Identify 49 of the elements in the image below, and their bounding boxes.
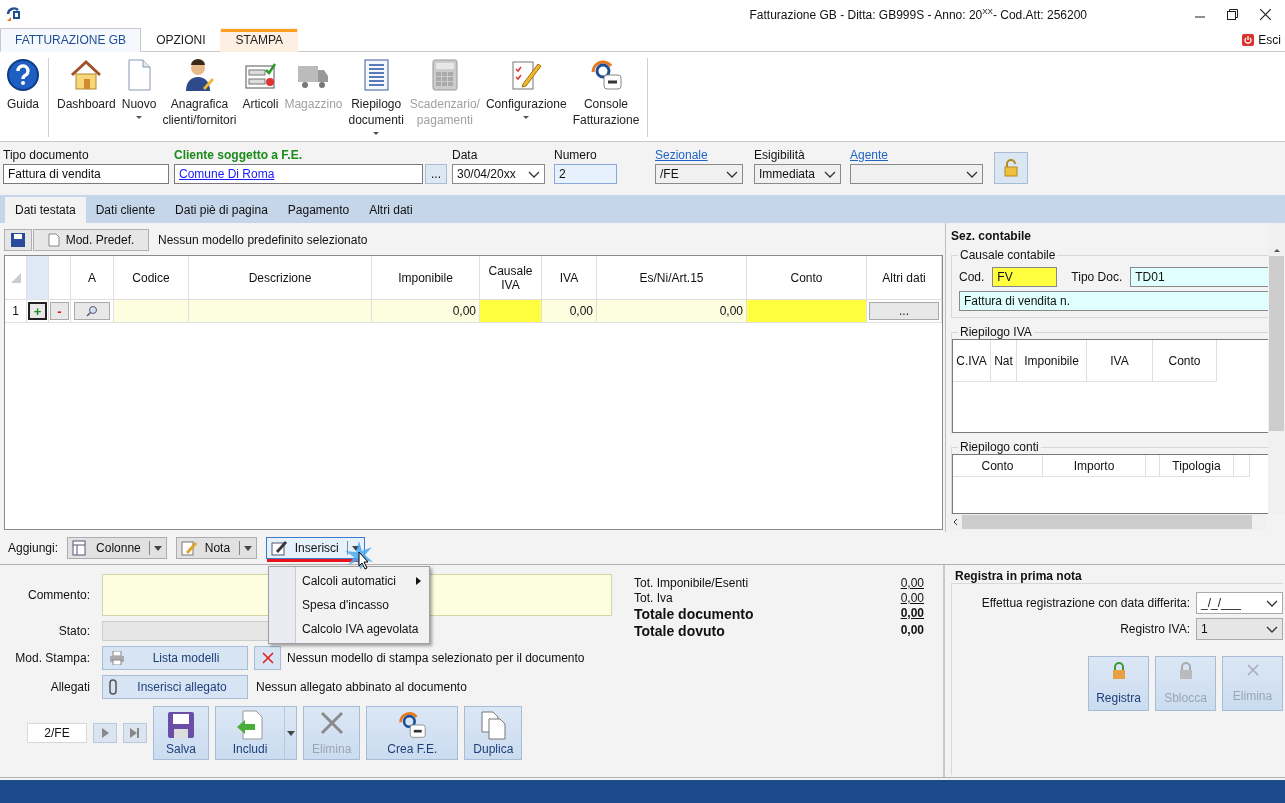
field-label: Numero (553, 148, 598, 162)
group-title: Riepilogo conti (958, 440, 1041, 454)
field-label: Esigibilità (754, 148, 806, 162)
window-title: Fatturazione GB - Ditta: GB999S - Anno: 20$^{XX}$- Cod.Att: 256200 (749, 6, 1087, 22)
column-header: Descrizione (189, 256, 372, 300)
column-header: IVA (542, 256, 597, 300)
field-label: Commento: (26, 588, 90, 602)
field-label: Effettua registrazione con data differita: (981, 596, 1190, 610)
field-label: Cod. (959, 270, 985, 284)
total-label: Tot. Iva (634, 591, 674, 605)
total-label: Tot. Imponibile/Esenti (634, 576, 750, 590)
column-header: Conto (953, 455, 1043, 477)
row-number: 1 (5, 300, 27, 323)
section-title: Registra in prima nota (955, 569, 1083, 583)
total-value: 0,00 (900, 576, 924, 590)
column-header: Conto (747, 256, 867, 300)
column-header: Tipologia (1160, 455, 1234, 477)
column-header: Codice (114, 256, 189, 300)
column-header: IVA (1087, 340, 1153, 382)
field-label: Tipo Doc. (1071, 270, 1123, 284)
status-message: Nessun allegato abbinato al documento (256, 680, 467, 694)
column-header: Imponibile (372, 256, 480, 300)
column-header: Causale IVA (480, 256, 542, 300)
column-header: C.IVA (953, 340, 991, 382)
column-header: Imponibile (1017, 340, 1087, 382)
total-value: 0,00 (900, 591, 924, 605)
column-header: Altri dati (867, 256, 942, 300)
section-title: Sez. contabile (951, 229, 1033, 245)
column-header: Es/Ni/Art.15 (597, 256, 747, 300)
field-label: Stato: (57, 624, 90, 638)
toolbar-label: Aggiungi: (8, 541, 59, 555)
total-label: Totale documento (634, 606, 755, 622)
field-label: Registro IVA: (1120, 622, 1190, 636)
field-label: Cliente soggetto a F.E. (174, 148, 303, 162)
column-header: Importo (1043, 455, 1146, 477)
field-label: Tipo documento (3, 148, 90, 162)
total-value: 0,00 (900, 606, 924, 622)
group-title: Causale contabile (958, 248, 1058, 262)
total-value: 0,00 (900, 623, 924, 639)
field-label: Mod. Stampa: (14, 651, 90, 665)
column-header: Nat (991, 340, 1017, 382)
status-message: Nessun modello di stampa selezionato per il documento (287, 651, 585, 665)
field-label: Allegati (49, 680, 90, 694)
column-header: Conto (1153, 340, 1217, 382)
field-label: Data (452, 148, 479, 162)
total-label: Totale dovuto (634, 623, 726, 639)
status-message: Nessun modello predefinito selezionato (158, 233, 368, 247)
column-header: A (71, 256, 114, 300)
group-title: Riepilogo IVA (958, 325, 1034, 339)
